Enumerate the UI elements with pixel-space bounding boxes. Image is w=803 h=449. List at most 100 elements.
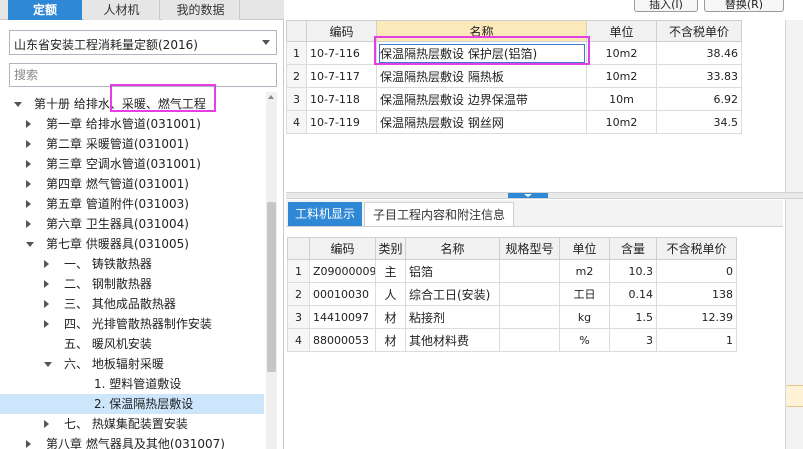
tree-node[interactable]: 四、 光排管散热器制作安装	[0, 314, 264, 334]
quota-cell-code[interactable]: 10-7-118	[306, 87, 377, 111]
collapse-arrow-icon[interactable]	[524, 194, 532, 197]
resource-cell-code[interactable]: Z09000009	[309, 259, 376, 283]
tree-node[interactable]: 第四章 燃气管道(031001)	[0, 174, 264, 194]
scroll-up-icon[interactable]	[268, 95, 274, 99]
resource-row[interactable]: 1 Z09000009 主铝箔 m2 10.3 0	[287, 259, 737, 283]
resource-column-header[interactable]: 名称	[405, 237, 500, 260]
chevron-down-icon[interactable]	[262, 40, 270, 45]
splitter-handle[interactable]	[508, 193, 548, 198]
caret-right-icon[interactable]	[26, 180, 31, 188]
quota-cell-code[interactable]: 10-7-119	[306, 110, 377, 134]
tree-node[interactable]: 七、 热媒集配装置安装	[0, 414, 264, 434]
caret-right-icon[interactable]	[44, 280, 49, 288]
resource-cell-spec[interactable]	[499, 259, 560, 283]
resource-cell-code[interactable]: 88000053	[309, 328, 376, 352]
quota-row[interactable]: 3 10-7-118 保温隔热层敷设 边界保温带 10m 6.92	[286, 87, 742, 111]
caret-right-icon[interactable]	[26, 120, 31, 128]
caret-down-icon[interactable]	[26, 242, 34, 247]
caret-right-icon[interactable]	[44, 420, 49, 428]
quota-column-header[interactable]: 单位	[586, 20, 657, 42]
resource-cell-name[interactable]: 其他材料费	[405, 328, 500, 352]
quota-column-header[interactable]: 不含税单价	[656, 20, 742, 42]
quota-cell-code[interactable]: 10-7-117	[306, 64, 377, 88]
quota-cell-unit[interactable]: 10m2	[586, 110, 657, 134]
quota-column-header[interactable]	[286, 20, 307, 42]
tree-node[interactable]: 2. 保温隔热层敷设	[0, 394, 264, 414]
quota-cell-unit[interactable]: 10m2	[586, 64, 657, 88]
resource-cell-price[interactable]: 0	[656, 259, 737, 283]
resource-row[interactable]: 4 88000053 材其他材料费% 3 1	[287, 328, 737, 352]
caret-right-icon[interactable]	[44, 260, 49, 268]
tab-work-content-notes[interactable]: 子目工程内容和附注信息	[364, 202, 514, 226]
quota-column-header[interactable]: 编码	[306, 20, 377, 42]
resource-column-header[interactable]: 编码	[309, 237, 376, 260]
caret-right-icon[interactable]	[26, 160, 31, 168]
resource-cell-price[interactable]: 12.39	[656, 305, 737, 329]
resource-cell-unit[interactable]: m2	[559, 259, 610, 283]
quota-cell-price[interactable]: 6.92	[656, 87, 742, 111]
quota-cell-name[interactable]: 保温隔热层敷设 钢丝网	[376, 110, 587, 134]
resource-cell-cat[interactable]: 材	[375, 305, 406, 329]
quota-cell-name[interactable]: 保温隔热层敷设 边界保温带	[376, 87, 587, 111]
resource-row[interactable]: 2 00010030 人综合工日(安装) 工日 0.14 138	[287, 282, 737, 306]
resource-cell-cat[interactable]: 材	[375, 328, 406, 352]
quota-cell-price[interactable]: 34.5	[656, 110, 742, 134]
resource-cell-spec[interactable]	[499, 305, 560, 329]
resource-row[interactable]: 3 14410097 材粘接剂 kg 1.5 12.39	[287, 305, 737, 329]
resource-column-header[interactable]: 含量	[609, 237, 657, 260]
quota-cell-name[interactable]: 保温隔热层敷设 隔热板	[376, 64, 587, 88]
tree-node[interactable]: 第七章 供暖器具(031005)	[0, 234, 264, 254]
resource-cell-spec[interactable]	[499, 328, 560, 352]
quota-cell-code[interactable]: 10-7-116	[306, 41, 377, 65]
scrollbar-thumb[interactable]	[267, 202, 276, 372]
caret-right-icon[interactable]	[26, 220, 31, 228]
tree-node[interactable]: 六、 地板辐射采暖	[0, 354, 264, 374]
caret-right-icon[interactable]	[26, 440, 31, 448]
tree-node[interactable]: 第一章 给排水管道(031001)	[0, 114, 264, 134]
resource-cell-qty[interactable]: 3	[609, 328, 657, 352]
tree-node[interactable]: 第六章 卫生器具(031004)	[0, 214, 264, 234]
tab-my-data[interactable]: 我的数据	[162, 0, 240, 20]
tree-node[interactable]: 一、 铸铁散热器	[0, 254, 264, 274]
replace-button[interactable]: 替换(R)	[704, 0, 784, 12]
quota-row[interactable]: 4 10-7-119 保温隔热层敷设 钢丝网 10m2 34.5	[286, 110, 742, 134]
caret-down-icon[interactable]	[44, 362, 52, 367]
resource-cell-cat[interactable]: 人	[375, 282, 406, 306]
resource-cell-name[interactable]: 粘接剂	[405, 305, 500, 329]
quota-row[interactable]: 2 10-7-117 保温隔热层敷设 隔热板 10m2 33.83	[286, 64, 742, 88]
tree-node[interactable]: 二、 钢制散热器	[0, 274, 264, 294]
resource-cell-qty[interactable]: 10.3	[609, 259, 657, 283]
resource-cell-price[interactable]: 138	[656, 282, 737, 306]
tree-node[interactable]: 1. 塑料管道敷设	[0, 374, 264, 394]
caret-right-icon[interactable]	[26, 200, 31, 208]
resource-column-header[interactable]: 规格型号	[499, 237, 560, 260]
quota-library-select[interactable]: 山东省安装工程消耗量定额(2016)	[9, 30, 277, 55]
resource-column-header[interactable]: 不含税单价	[656, 237, 737, 260]
caret-right-icon[interactable]	[26, 140, 31, 148]
tree-node[interactable]: 第八章 燃气器具及其他(031007)	[0, 434, 264, 449]
tree-scrollbar[interactable]	[266, 92, 277, 449]
resource-cell-qty[interactable]: 1.5	[609, 305, 657, 329]
caret-right-icon[interactable]	[44, 300, 49, 308]
resource-cell-name[interactable]: 铝箔	[405, 259, 500, 283]
tree-node[interactable]: 五、 暖风机安装	[0, 334, 264, 354]
resource-cell-unit[interactable]: 工日	[559, 282, 610, 306]
tree-node[interactable]: 第二章 采暖管道(031001)	[0, 134, 264, 154]
quota-cell-unit[interactable]: 10m	[586, 87, 657, 111]
resource-cell-qty[interactable]: 0.14	[609, 282, 657, 306]
quota-cell-unit[interactable]: 10m2	[586, 41, 657, 65]
tab-quota[interactable]: 定额	[8, 0, 82, 20]
tree-node[interactable]: 第三章 空调水管道(031001)	[0, 154, 264, 174]
quota-cell-price[interactable]: 33.83	[656, 64, 742, 88]
resource-cell-unit[interactable]: %	[559, 328, 610, 352]
resource-column-header[interactable]: 类别	[375, 237, 406, 260]
resource-column-header[interactable]	[287, 237, 310, 260]
resource-cell-code[interactable]: 14410097	[309, 305, 376, 329]
resource-column-header[interactable]: 单位	[559, 237, 610, 260]
resource-cell-name[interactable]: 综合工日(安装)	[405, 282, 500, 306]
tree-node[interactable]: 第五章 管道附件(031003)	[0, 194, 264, 214]
panel-splitter[interactable]	[286, 192, 803, 199]
quota-cell-price[interactable]: 38.46	[656, 41, 742, 65]
tab-resource-display[interactable]: 工料机显示	[288, 202, 362, 226]
resource-cell-unit[interactable]: kg	[559, 305, 610, 329]
